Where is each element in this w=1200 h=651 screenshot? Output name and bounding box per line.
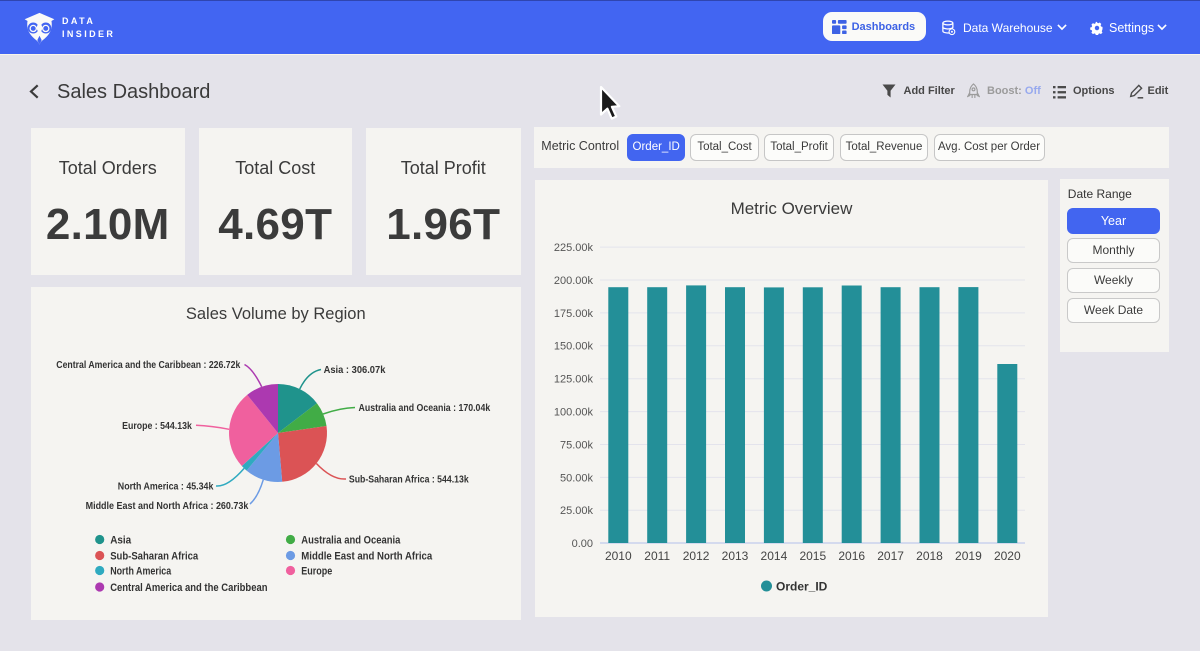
- svg-text:Middle East and North Africa: Middle East and North Africa: [301, 551, 433, 563]
- svg-text:2015: 2015: [799, 549, 826, 563]
- svg-text:Asia : 306.07k: Asia : 306.07k: [324, 364, 386, 376]
- svg-text:Europe : 544.13k: Europe : 544.13k: [122, 420, 192, 432]
- svg-text:175.00k: 175.00k: [554, 308, 594, 320]
- svg-text:125.00k: 125.00k: [554, 374, 594, 386]
- svg-text:2011: 2011: [644, 549, 670, 563]
- svg-text:0.00: 0.00: [572, 538, 593, 550]
- svg-text:Australia and Oceania : 170.04: Australia and Oceania : 170.04k: [359, 402, 491, 414]
- svg-text:25.00k: 25.00k: [560, 505, 594, 517]
- svg-text:Middle East and North Africa :: Middle East and North Africa : 260.73k: [86, 500, 249, 512]
- svg-text:2017: 2017: [877, 549, 904, 563]
- svg-text:2012: 2012: [683, 549, 710, 563]
- svg-text:Europe: Europe: [301, 566, 332, 578]
- svg-text:100.00k: 100.00k: [554, 407, 594, 419]
- svg-text:Sub-Saharan Africa: Sub-Saharan Africa: [110, 551, 199, 563]
- svg-text:Asia: Asia: [110, 535, 132, 547]
- svg-text:200.00k: 200.00k: [554, 275, 594, 287]
- svg-text:North America : 45.34k: North America : 45.34k: [118, 481, 214, 493]
- svg-text:North America: North America: [110, 566, 172, 578]
- svg-text:2013: 2013: [722, 549, 749, 563]
- svg-text:2016: 2016: [838, 549, 865, 563]
- svg-text:Australia and Oceania: Australia and Oceania: [301, 535, 401, 547]
- svg-text:2010: 2010: [605, 549, 632, 563]
- svg-text:2014: 2014: [761, 549, 788, 563]
- svg-text:Sub-Saharan Africa : 544.13k: Sub-Saharan Africa : 544.13k: [349, 474, 469, 486]
- svg-text:Central America and the Caribb: Central America and the Caribbean: [110, 582, 268, 594]
- svg-text:150.00k: 150.00k: [554, 341, 594, 353]
- svg-text:225.00k: 225.00k: [554, 242, 594, 254]
- svg-text:Central America and the Caribb: Central America and the Caribbean : 226.…: [56, 359, 240, 371]
- svg-text:2020: 2020: [994, 549, 1021, 563]
- svg-text:2018: 2018: [916, 549, 943, 563]
- svg-text:75.00k: 75.00k: [560, 439, 594, 451]
- svg-text:2019: 2019: [955, 549, 982, 563]
- svg-text:50.00k: 50.00k: [560, 472, 594, 484]
- svg-text:Order_ID: Order_ID: [776, 580, 828, 594]
